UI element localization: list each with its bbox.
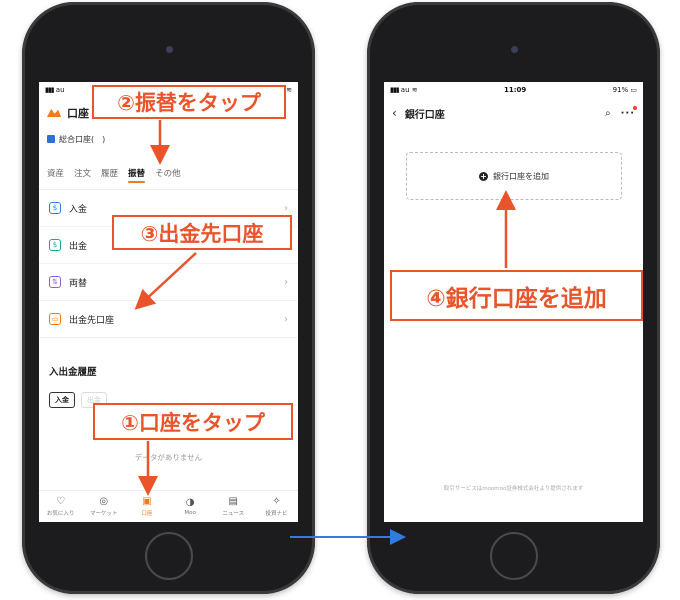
callout-step-4: ④銀行口座を追加 — [390, 270, 643, 321]
menu-item-exchange[interactable]: ⇅ 両替 › — [39, 264, 298, 301]
tab-bar: 資産 注文 履歴 振替 その他 — [39, 156, 298, 190]
carrier-text: ▮▮▮ au ≋ — [390, 86, 418, 94]
chip-deposit[interactable]: 入金 — [49, 392, 75, 408]
nav-favorites[interactable]: ♡ お気に入り — [39, 491, 82, 522]
front-camera — [510, 46, 518, 53]
chevron-right-icon: › — [284, 313, 288, 325]
nav-market[interactable]: ◎ マーケット — [82, 491, 125, 522]
tab-assets[interactable]: 資産 — [47, 167, 64, 179]
nav-label: マーケット — [90, 510, 118, 517]
empty-state-text: データがありません — [134, 453, 203, 462]
menu-label: 出金 — [69, 241, 88, 252]
add-bank-label: 銀行口座を追加 — [493, 171, 549, 181]
compass-icon: ✧ — [272, 495, 281, 507]
carrier-label: au — [400, 86, 410, 94]
tab-transfer[interactable]: 振替 — [128, 167, 146, 183]
nav-account[interactable]: ▣ 口座 — [125, 491, 168, 522]
menu-label: 出金先口座 — [69, 315, 115, 326]
carrier-label: au — [55, 86, 65, 94]
nav-label: Moo — [184, 509, 196, 516]
callout-step-2: ②振替をタップ — [92, 85, 286, 119]
bottom-nav: ♡ お気に入り ◎ マーケット ▣ 口座 ◑ Moo ▤ ニュース ✧ 投資ナビ — [39, 490, 298, 522]
nav-label: 投資ナビ — [265, 510, 288, 517]
left-screen: ▮▮▮ au ≋ 口座 総合口座( ) 資産 注文 履歴 振替 その他 $ 入金… — [39, 82, 298, 522]
deposit-icon: $ — [49, 202, 61, 214]
tab-history[interactable]: 履歴 — [101, 167, 118, 179]
account-selector[interactable]: 総合口座( ) — [39, 128, 298, 150]
nav-label: お気に入り — [46, 510, 75, 517]
signal-icon: ▮▮▮ — [45, 86, 55, 94]
back-arrow-icon[interactable]: ‹ — [392, 106, 397, 120]
search-icon[interactable]: ⌕ — [605, 108, 611, 119]
wallet-icon: ▭ — [49, 313, 61, 325]
battery-indicator: 91% ▭ — [613, 86, 637, 94]
menu-label: 両替 — [69, 278, 88, 289]
heart-icon: ♡ — [56, 495, 66, 507]
page-title: 銀行口座 — [404, 109, 445, 121]
account-icon — [47, 135, 55, 143]
header-actions: ⌕ ··· — [605, 105, 638, 119]
nav-label: ニュース — [222, 510, 245, 517]
chevron-right-icon: › — [284, 276, 288, 288]
provider-note: 取引サービスはmoomoo証券株式会社より提供されます — [443, 486, 584, 492]
front-camera — [165, 46, 173, 53]
callout-step-1: ①口座をタップ — [93, 403, 293, 440]
plus-circle-icon: + — [479, 171, 488, 181]
battery-percent: 91% — [612, 86, 629, 94]
home-button[interactable] — [144, 532, 193, 580]
nav-news[interactable]: ▤ ニュース — [212, 491, 255, 522]
nav-moo[interactable]: ◑ Moo — [169, 491, 212, 522]
moo-icon: ◑ — [185, 496, 195, 508]
tab-orders[interactable]: 注文 — [74, 167, 91, 179]
news-icon: ▤ — [228, 495, 238, 507]
moomoo-logo-icon — [47, 107, 63, 119]
wifi-icon: ≋ — [286, 86, 292, 94]
callout-step-3: ③出金先口座 — [112, 215, 292, 250]
history-title: 入出金履歴 — [49, 367, 97, 378]
add-bank-account-button[interactable]: + 銀行口座を追加 — [406, 152, 622, 200]
nav-label: 口座 — [141, 510, 153, 517]
withdraw-icon: $ — [49, 239, 61, 251]
more-icon[interactable]: ··· — [621, 105, 638, 119]
menu-label: 入金 — [69, 204, 88, 215]
app-header: ‹ 銀行口座 ⌕ ··· — [384, 98, 643, 128]
clock: 11:09 — [503, 86, 527, 94]
signal-icon: ▮▮▮ — [390, 86, 400, 94]
page-title: 口座 — [67, 107, 89, 120]
chevron-right-icon: › — [284, 202, 288, 214]
account-label: 総合口座( ) — [59, 134, 106, 144]
planet-icon: ◎ — [99, 495, 109, 507]
wifi-icon: ≋ — [411, 86, 418, 94]
battery-icon: ▭ — [630, 86, 637, 94]
wallet-icon: ▣ — [142, 495, 152, 507]
tab-other[interactable]: その他 — [155, 167, 181, 179]
status-bar: ▮▮▮ au ≋ 11:09 91% ▭ — [384, 82, 643, 98]
exchange-icon: ⇅ — [49, 276, 61, 288]
menu-item-withdrawal-account[interactable]: ▭ 出金先口座 › — [39, 301, 298, 338]
carrier-text: ▮▮▮ au — [45, 86, 65, 94]
nav-invest[interactable]: ✧ 投資ナビ — [255, 491, 298, 522]
home-button[interactable] — [489, 532, 538, 580]
